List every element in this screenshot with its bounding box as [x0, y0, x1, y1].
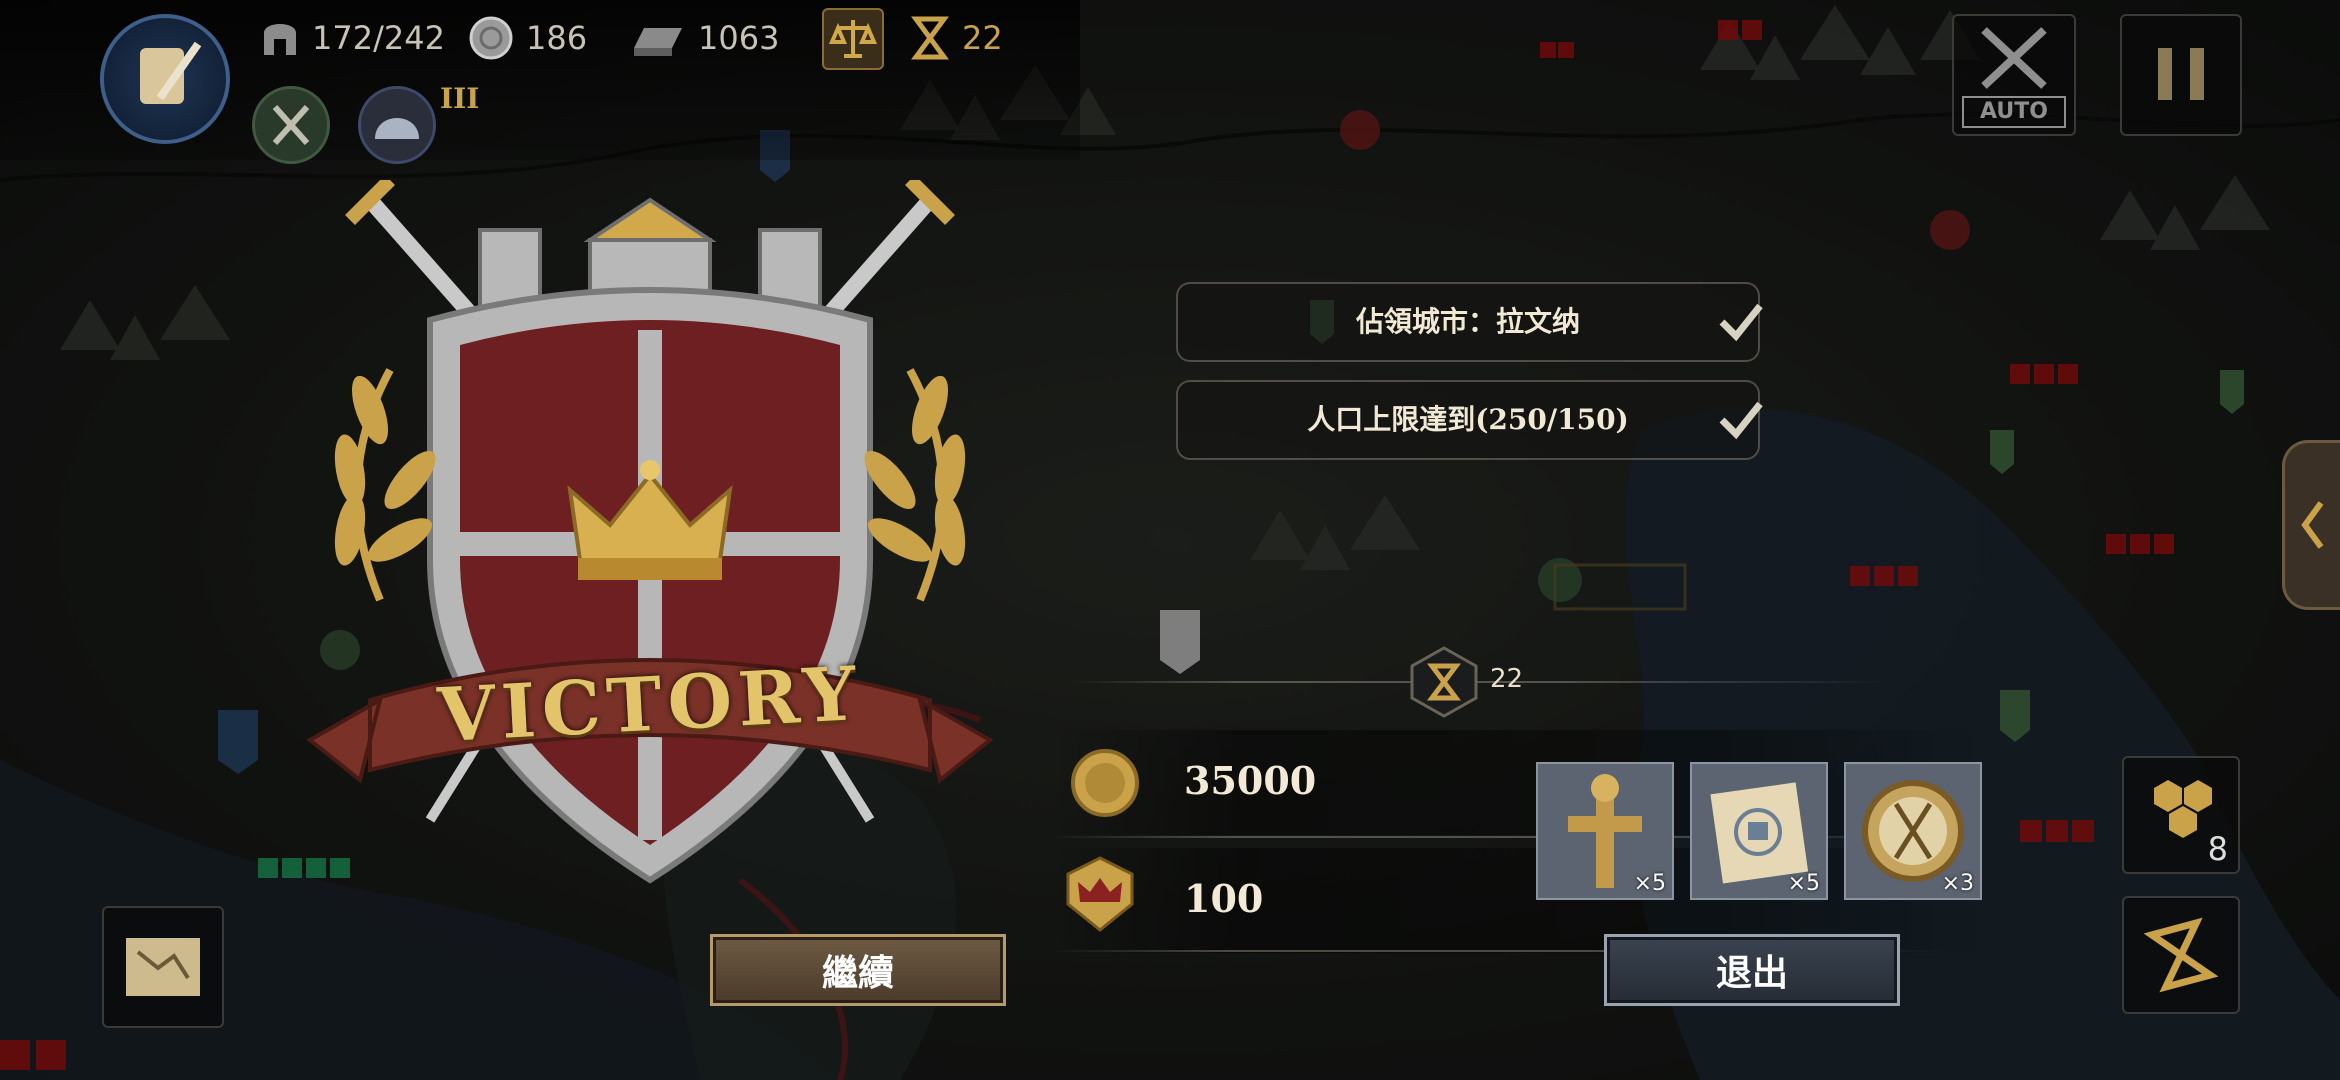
- soldier-helmet-icon: [375, 118, 419, 139]
- reward-item[interactable]: ×5: [1690, 762, 1828, 900]
- iron-ingot-icon: [634, 28, 682, 56]
- hex-cards-button[interactable]: 8: [2122, 756, 2240, 874]
- tools-icon: [272, 105, 310, 145]
- map-scroll-button[interactable]: [102, 906, 224, 1028]
- turn-count: 22: [1490, 664, 1524, 694]
- reward-item[interactable]: ×3: [1844, 762, 1982, 900]
- reward-item[interactable]: ×5: [1536, 762, 1674, 900]
- continue-button[interactable]: 繼續: [710, 934, 1006, 1006]
- hexagons-icon: [2154, 780, 2212, 838]
- hex-count: 8: [2207, 830, 2228, 868]
- victory-emblem: [306, 180, 994, 884]
- chevron-left-icon: [2301, 501, 2324, 549]
- pause-button[interactable]: [2120, 14, 2242, 136]
- iron-value: 1063: [698, 19, 780, 57]
- gold-reward-value: 35000: [1184, 758, 1317, 803]
- item-count: ×5: [1633, 871, 1666, 896]
- silver-coin-icon: [469, 16, 513, 60]
- objective-text: 人口上限達到(250/150): [1307, 403, 1629, 436]
- unit-rank-label: III: [440, 82, 480, 115]
- silver-counter: 186: [468, 12, 587, 64]
- turn-divider: [1070, 681, 1890, 683]
- hourglass-icon: [2143, 917, 2219, 993]
- honor-crown-badge-icon: [1066, 856, 1134, 932]
- item-count: ×3: [1941, 871, 1974, 896]
- crossed-swords-icon: [1981, 27, 2047, 89]
- scroll-quill-icon: [140, 41, 202, 104]
- hourglass-icon: [911, 16, 949, 60]
- auto-battle-button[interactable]: AUTO: [1952, 14, 2076, 136]
- helmet-icon: [264, 24, 296, 55]
- turn-badge: [1408, 646, 1480, 718]
- scales-icon: [828, 20, 878, 58]
- map-icon: [126, 938, 200, 996]
- end-turn-button[interactable]: [2122, 896, 2240, 1014]
- honor-reward-value: 100: [1184, 876, 1264, 921]
- gold-coin-icon: [1071, 749, 1139, 817]
- troops-counter: 172/242: [260, 12, 445, 64]
- item-count: ×5: [1787, 871, 1820, 896]
- auto-label: AUTO: [1962, 96, 2066, 128]
- objective-text: 佔領城市：拉文纳: [1355, 305, 1580, 338]
- justice-scales-button[interactable]: [822, 8, 884, 70]
- side-drawer-handle[interactable]: [2282, 440, 2340, 610]
- turns-value: 22: [962, 19, 1003, 57]
- checkmark-icon: [1719, 303, 1763, 342]
- objective-row: 人口上限達到(250/150): [1176, 380, 1763, 460]
- checkmark-icon: [1719, 401, 1763, 440]
- pause-icon: [2158, 48, 2204, 100]
- troops-value: 172/242: [312, 19, 445, 57]
- objective-row: 佔領城市：拉文纳: [1176, 282, 1763, 362]
- quest-scroll-button[interactable]: [100, 14, 230, 144]
- general-skill-button[interactable]: [252, 86, 330, 164]
- exit-button[interactable]: 退出: [1604, 934, 1900, 1006]
- silver-value: 186: [526, 19, 588, 57]
- troop-portrait-button[interactable]: [358, 86, 436, 164]
- hourglass-icon: [1410, 646, 1478, 718]
- turns-counter: 22: [910, 12, 1003, 64]
- iron-counter: 1063: [630, 12, 779, 64]
